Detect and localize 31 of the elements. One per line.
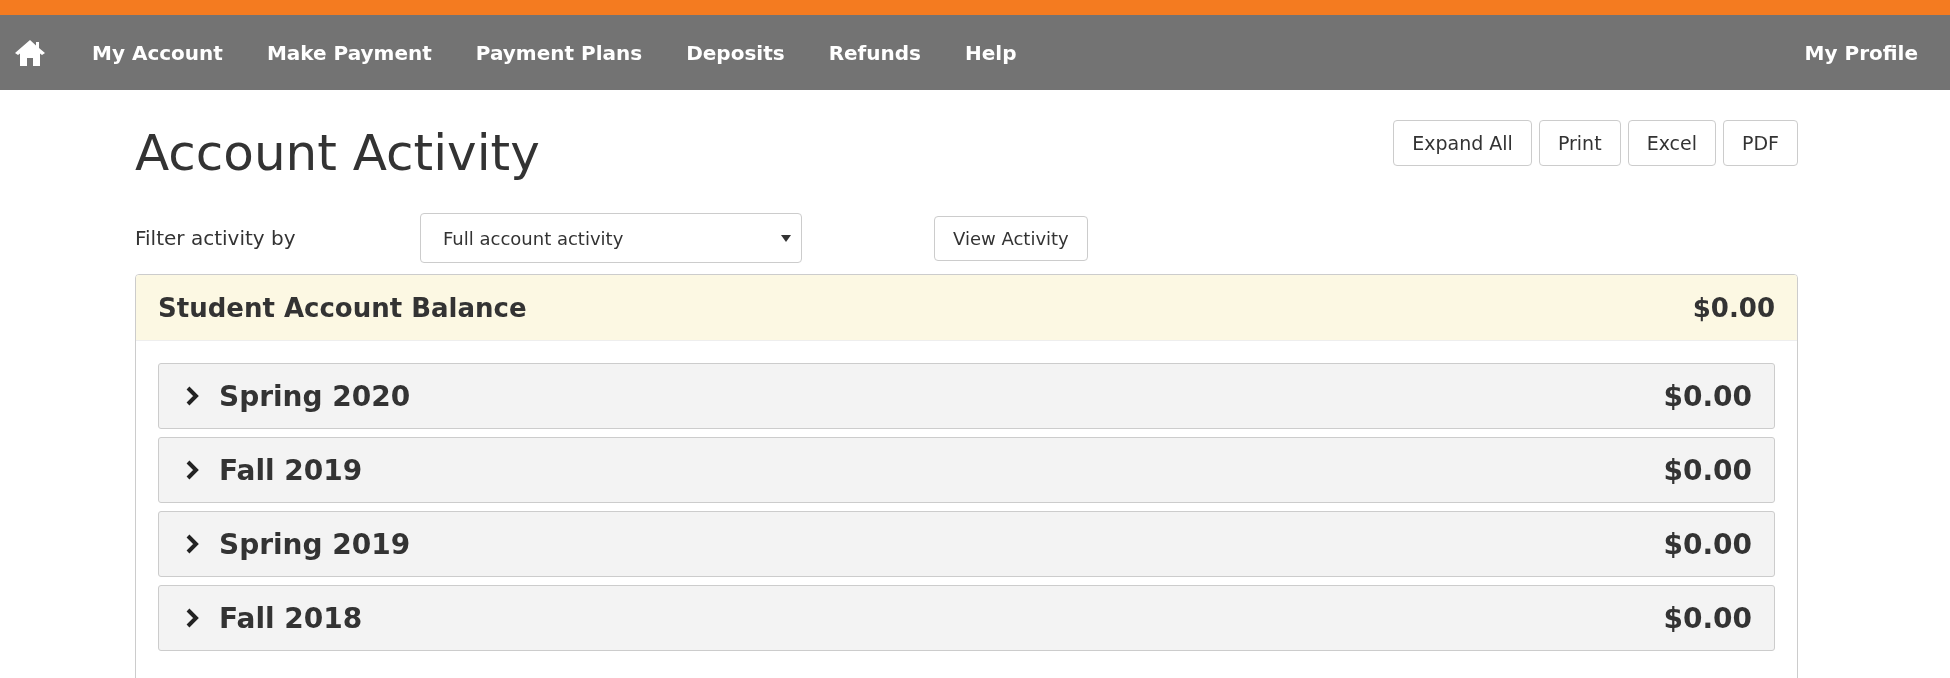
dropdown-caret-icon: [781, 234, 791, 242]
term-row[interactable]: Fall 2018 $0.00: [158, 585, 1775, 651]
term-amount: $0.00: [1663, 453, 1752, 487]
term-amount: $0.00: [1663, 379, 1752, 413]
nav-link[interactable]: My Account: [70, 40, 245, 65]
profile-link[interactable]: My Profile: [1782, 40, 1940, 65]
balance-title: Student Account Balance: [158, 292, 527, 323]
action-button[interactable]: Print: [1538, 120, 1621, 166]
nav-link[interactable]: Refunds: [806, 40, 943, 65]
term-name: Fall 2018: [219, 601, 364, 635]
term-name: Spring 2019: [219, 527, 412, 561]
page-title: Account Activity: [135, 123, 540, 178]
term-row[interactable]: Spring 2020 $0.00: [158, 363, 1775, 429]
action-button[interactable]: Expand All: [1393, 120, 1532, 166]
filter-label: Filter activity by: [135, 226, 297, 250]
nav-link[interactable]: Deposits: [664, 40, 807, 65]
term-row[interactable]: Fall 2019 $0.00: [158, 437, 1775, 503]
nav-link[interactable]: Help: [943, 40, 1039, 65]
term-row[interactable]: Spring 2019 $0.00: [158, 511, 1775, 577]
term-name: Fall 2019: [219, 453, 364, 487]
term-amount: $0.00: [1663, 601, 1752, 635]
nav-link[interactable]: Make Payment: [244, 40, 454, 65]
filter-dropdown[interactable]: Full account activity: [420, 213, 802, 263]
home-icon[interactable]: [14, 37, 46, 68]
term-name: Spring 2020: [219, 379, 412, 413]
view-activity-button[interactable]: View Activity: [934, 215, 1088, 261]
action-button[interactable]: PDF: [1722, 120, 1798, 166]
action-button[interactable]: Excel: [1627, 120, 1716, 166]
balance-amount: $0.00: [1692, 292, 1775, 323]
nav-link[interactable]: Payment Plans: [453, 40, 665, 65]
term-amount: $0.00: [1663, 527, 1752, 561]
